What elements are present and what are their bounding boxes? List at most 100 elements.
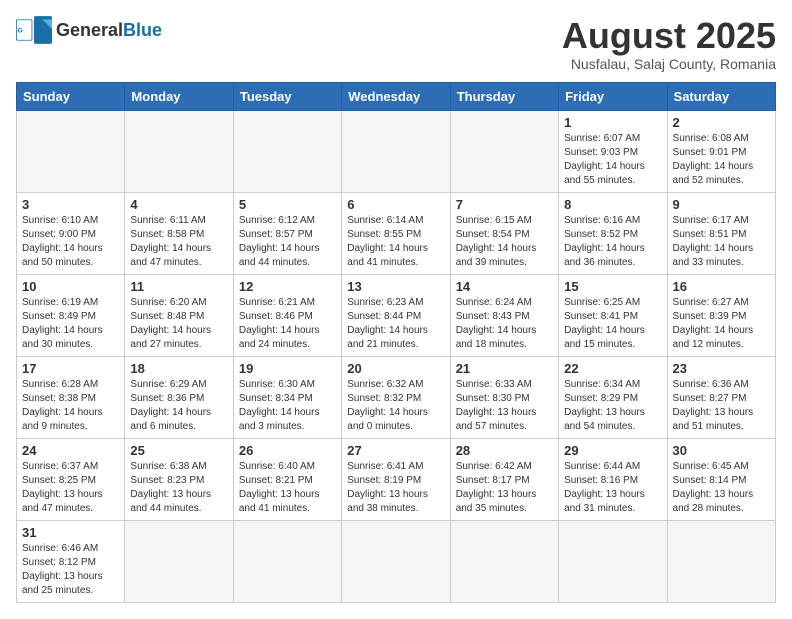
calendar-day-cell: 15 Sunrise: 6:25 AM Sunset: 8:41 PM Dayli… <box>559 274 667 356</box>
calendar-day-cell: 31Sunrise: 6:46 AM Sunset: 8:12 PM Dayli… <box>17 520 125 602</box>
calendar-day-cell: 12Sunrise: 6:21 AM Sunset: 8:46 PM Dayli… <box>233 274 341 356</box>
day-info: Sunrise: 6:27 AM Sunset: 8:39 PM Dayligh… <box>673 296 770 352</box>
calendar-day-cell <box>125 110 233 192</box>
day-info: Sunrise: 6:30 AM Sunset: 8:34 PM Dayligh… <box>239 378 336 434</box>
logo-text: GeneralBlue <box>56 20 162 41</box>
day-number: 2 <box>673 115 770 130</box>
day-number: 27 <box>347 443 444 458</box>
day-info: Sunrise: 6:11 AM Sunset: 8:58 PM Dayligh… <box>130 214 227 270</box>
day-info: Sunrise: 6:08 AM Sunset: 9:01 PM Dayligh… <box>673 132 770 188</box>
calendar-day-cell <box>559 520 667 602</box>
calendar-day-cell: 5 Sunrise: 6:12 AM Sunset: 8:57 PM Daylig… <box>233 192 341 274</box>
day-info: Sunrise: 6:33 AM Sunset: 8:30 PM Dayligh… <box>456 378 553 434</box>
day-info: Sunrise: 6:36 AM Sunset: 8:27 PM Dayligh… <box>673 378 770 434</box>
calendar-day-cell: 1Sunrise: 6:07 AM Sunset: 9:03 PM Daylig… <box>559 110 667 192</box>
day-number: 7 <box>456 197 553 212</box>
day-number: 24 <box>22 443 119 458</box>
day-info: Sunrise: 6:25 AM Sunset: 8:41 PM Dayligh… <box>564 296 661 352</box>
calendar-subtitle: Nusfalau, Salaj County, Romania <box>562 56 776 72</box>
day-info: Sunrise: 6:37 AM Sunset: 8:25 PM Dayligh… <box>22 460 119 516</box>
header: G GeneralBlue August 2025 Nusfalau, Sala… <box>16 16 776 72</box>
day-info: Sunrise: 6:20 AM Sunset: 8:48 PM Dayligh… <box>130 296 227 352</box>
day-info: Sunrise: 6:34 AM Sunset: 8:29 PM Dayligh… <box>564 378 661 434</box>
calendar-day-cell: 2 Sunrise: 6:08 AM Sunset: 9:01 PM Daylig… <box>667 110 775 192</box>
day-info: Sunrise: 6:28 AM Sunset: 8:38 PM Dayligh… <box>22 378 119 434</box>
calendar-week-row: 24 Sunrise: 6:37 AM Sunset: 8:25 PM Dayli… <box>17 438 776 520</box>
day-info: Sunrise: 6:45 AM Sunset: 8:14 PM Dayligh… <box>673 460 770 516</box>
calendar-day-cell <box>342 520 450 602</box>
day-number: 16 <box>673 279 770 294</box>
calendar-week-row: 10Sunrise: 6:19 AM Sunset: 8:49 PM Dayli… <box>17 274 776 356</box>
day-number: 12 <box>239 279 336 294</box>
day-number: 28 <box>456 443 553 458</box>
day-info: Sunrise: 6:17 AM Sunset: 8:51 PM Dayligh… <box>673 214 770 270</box>
calendar-day-cell: 21Sunrise: 6:33 AM Sunset: 8:30 PM Dayli… <box>450 356 558 438</box>
day-number: 13 <box>347 279 444 294</box>
header-friday: Friday <box>559 82 667 110</box>
day-number: 22 <box>564 361 661 376</box>
calendar-week-row: 31Sunrise: 6:46 AM Sunset: 8:12 PM Dayli… <box>17 520 776 602</box>
calendar-day-cell: 4 Sunrise: 6:11 AM Sunset: 8:58 PM Daylig… <box>125 192 233 274</box>
calendar-day-cell: 20Sunrise: 6:32 AM Sunset: 8:32 PM Dayli… <box>342 356 450 438</box>
day-number: 30 <box>673 443 770 458</box>
calendar-day-cell <box>17 110 125 192</box>
calendar-day-cell: 8 Sunrise: 6:16 AM Sunset: 8:52 PM Daylig… <box>559 192 667 274</box>
calendar-week-row: 3 Sunrise: 6:10 AM Sunset: 9:00 PM Daylig… <box>17 192 776 274</box>
day-info: Sunrise: 6:24 AM Sunset: 8:43 PM Dayligh… <box>456 296 553 352</box>
svg-text:G: G <box>18 27 23 34</box>
day-number: 3 <box>22 197 119 212</box>
day-number: 23 <box>673 361 770 376</box>
header-sunday: Sunday <box>17 82 125 110</box>
calendar-day-cell: 17Sunrise: 6:28 AM Sunset: 8:38 PM Dayli… <box>17 356 125 438</box>
weekday-header-row: Sunday Monday Tuesday Wednesday Thursday… <box>17 82 776 110</box>
calendar-day-cell: 26Sunrise: 6:40 AM Sunset: 8:21 PM Dayli… <box>233 438 341 520</box>
calendar-day-cell <box>450 110 558 192</box>
header-saturday: Saturday <box>667 82 775 110</box>
day-number: 15 <box>564 279 661 294</box>
calendar-day-cell: 6 Sunrise: 6:14 AM Sunset: 8:55 PM Daylig… <box>342 192 450 274</box>
calendar-day-cell: 19 Sunrise: 6:30 AM Sunset: 8:34 PM Dayli… <box>233 356 341 438</box>
calendar-day-cell: 27 Sunrise: 6:41 AM Sunset: 8:19 PM Dayli… <box>342 438 450 520</box>
day-number: 14 <box>456 279 553 294</box>
day-number: 19 <box>239 361 336 376</box>
calendar-title: August 2025 <box>562 16 776 56</box>
day-number: 25 <box>130 443 227 458</box>
day-info: Sunrise: 6:12 AM Sunset: 8:57 PM Dayligh… <box>239 214 336 270</box>
day-info: Sunrise: 6:10 AM Sunset: 9:00 PM Dayligh… <box>22 214 119 270</box>
day-info: Sunrise: 6:32 AM Sunset: 8:32 PM Dayligh… <box>347 378 444 434</box>
day-number: 4 <box>130 197 227 212</box>
calendar-day-cell: 25 Sunrise: 6:38 AM Sunset: 8:23 PM Dayli… <box>125 438 233 520</box>
day-number: 31 <box>22 525 119 540</box>
day-info: Sunrise: 6:19 AM Sunset: 8:49 PM Dayligh… <box>22 296 119 352</box>
calendar-day-cell: 29 Sunrise: 6:44 AM Sunset: 8:16 PM Dayli… <box>559 438 667 520</box>
day-info: Sunrise: 6:41 AM Sunset: 8:19 PM Dayligh… <box>347 460 444 516</box>
day-info: Sunrise: 6:15 AM Sunset: 8:54 PM Dayligh… <box>456 214 553 270</box>
day-info: Sunrise: 6:16 AM Sunset: 8:52 PM Dayligh… <box>564 214 661 270</box>
calendar-day-cell <box>450 520 558 602</box>
day-info: Sunrise: 6:14 AM Sunset: 8:55 PM Dayligh… <box>347 214 444 270</box>
day-number: 18 <box>130 361 227 376</box>
calendar-day-cell: 9Sunrise: 6:17 AM Sunset: 8:51 PM Daylig… <box>667 192 775 274</box>
day-info: Sunrise: 6:29 AM Sunset: 8:36 PM Dayligh… <box>130 378 227 434</box>
calendar-day-cell <box>342 110 450 192</box>
calendar-day-cell: 16 Sunrise: 6:27 AM Sunset: 8:39 PM Dayli… <box>667 274 775 356</box>
calendar-day-cell <box>233 110 341 192</box>
calendar-day-cell: 22 Sunrise: 6:34 AM Sunset: 8:29 PM Dayli… <box>559 356 667 438</box>
day-number: 5 <box>239 197 336 212</box>
day-info: Sunrise: 6:38 AM Sunset: 8:23 PM Dayligh… <box>130 460 227 516</box>
calendar-day-cell: 14 Sunrise: 6:24 AM Sunset: 8:43 PM Dayli… <box>450 274 558 356</box>
day-number: 6 <box>347 197 444 212</box>
calendar-day-cell: 11Sunrise: 6:20 AM Sunset: 8:48 PM Dayli… <box>125 274 233 356</box>
calendar-table: Sunday Monday Tuesday Wednesday Thursday… <box>16 82 776 603</box>
day-number: 8 <box>564 197 661 212</box>
header-monday: Monday <box>125 82 233 110</box>
day-number: 29 <box>564 443 661 458</box>
header-wednesday: Wednesday <box>342 82 450 110</box>
day-info: Sunrise: 6:44 AM Sunset: 8:16 PM Dayligh… <box>564 460 661 516</box>
calendar-day-cell: 10Sunrise: 6:19 AM Sunset: 8:49 PM Dayli… <box>17 274 125 356</box>
calendar-day-cell: 18 Sunrise: 6:29 AM Sunset: 8:36 PM Dayli… <box>125 356 233 438</box>
logo-icon: G <box>16 16 52 44</box>
calendar-week-row: 1Sunrise: 6:07 AM Sunset: 9:03 PM Daylig… <box>17 110 776 192</box>
calendar-day-cell: 23 Sunrise: 6:36 AM Sunset: 8:27 PM Dayli… <box>667 356 775 438</box>
day-info: Sunrise: 6:42 AM Sunset: 8:17 PM Dayligh… <box>456 460 553 516</box>
